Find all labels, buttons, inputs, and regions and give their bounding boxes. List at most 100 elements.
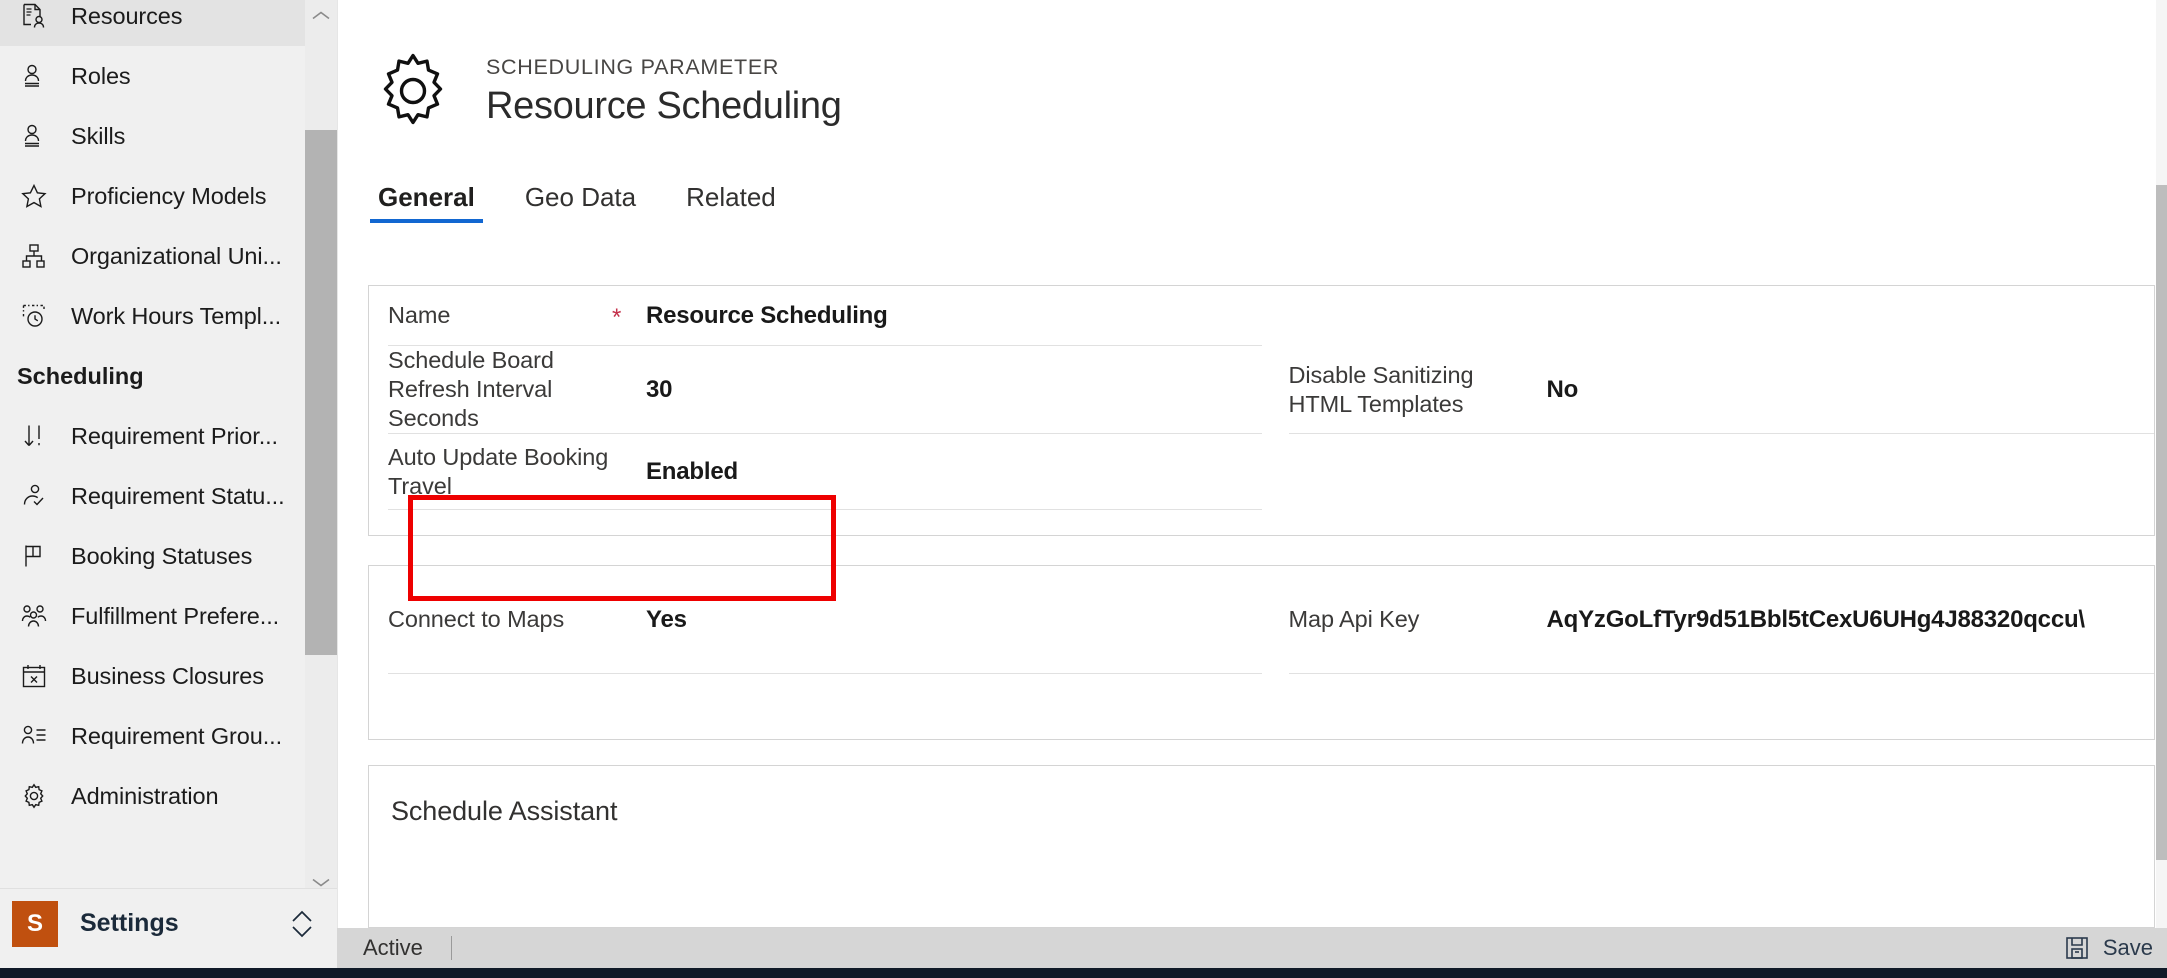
sidebar-item-administration[interactable]: Administration	[0, 766, 305, 826]
field-row-empty-right-bottom	[1289, 510, 2155, 570]
field-row-map-api-key[interactable]: Map Api Key AqYzGoLfTyr9d51Bbl5tCexU6UHg…	[1288, 566, 2154, 674]
field-row-empty-left-2	[388, 674, 1262, 738]
save-floppy-icon	[2063, 934, 2091, 962]
field-row-name[interactable]: Name * Resource Scheduling	[388, 286, 1262, 346]
field-row-empty-right-top	[1289, 286, 2155, 346]
sort-priority-icon	[17, 419, 51, 453]
os-taskbar-strip	[0, 968, 2167, 978]
sidebar-item-requirement-priorities[interactable]: Requirement Prior...	[0, 406, 305, 466]
sidebar-item-label: Fulfillment Prefere...	[71, 602, 280, 629]
sidebar-item-fulfillment-preferences[interactable]: Fulfillment Prefere...	[0, 586, 305, 646]
field-row-schedule-board-refresh-interval[interactable]: Schedule Board Refresh Interval Seconds 30	[388, 346, 1262, 434]
sidebar-item-organizational-units[interactable]: Organizational Uni...	[0, 226, 305, 286]
section-title-schedule-assistant: Schedule Assistant	[391, 796, 618, 826]
card1-right-column: Disable Sanitizing HTML Templates No	[1262, 286, 2155, 570]
field-label-name: Name	[388, 302, 451, 328]
sidebar-item-label: Requirement Prior...	[71, 422, 278, 449]
sidebar-item-business-closures[interactable]: Business Closures	[0, 646, 305, 706]
org-hierarchy-icon	[17, 239, 51, 273]
sidebar-item-work-hours-templates[interactable]: Work Hours Templ...	[0, 286, 305, 346]
person-check-icon	[17, 479, 51, 513]
required-indicator-empty	[612, 618, 646, 622]
save-button[interactable]: Save	[2063, 934, 2153, 962]
sitemap-sidebar: Resources Roles Skills Proficiency Model…	[0, 0, 337, 968]
status-badge: Active	[363, 935, 423, 960]
sidebar-item-label: Skills	[71, 122, 126, 149]
field-label-disable-sanitizing-html-templates: Disable Sanitizing HTML Templates	[1288, 361, 1474, 417]
sidebar-item-label: Requirement Statu...	[71, 482, 285, 509]
entity-type-label: SCHEDULING PARAMETER	[486, 54, 780, 79]
sidebar-item-label: Administration	[71, 782, 219, 809]
required-indicator-empty	[612, 388, 646, 392]
sidebar-item-requirement-statuses[interactable]: Requirement Statu...	[0, 466, 305, 526]
form-main-panel: SCHEDULING PARAMETER Resource Scheduling…	[337, 0, 2167, 928]
settings-badge: S	[12, 900, 58, 947]
tab-related[interactable]: Related	[678, 182, 784, 229]
form-header-text: SCHEDULING PARAMETER Resource Scheduling	[486, 55, 842, 128]
field-label-auto-update-booking-travel: Auto Update Booking Travel	[388, 443, 609, 499]
sidebar-nav-list: Resources Roles Skills Proficiency Model…	[0, 0, 305, 826]
sidebar-item-label: Business Closures	[71, 662, 264, 689]
sidebar-item-skills[interactable]: Skills	[0, 106, 305, 166]
save-label: Save	[2102, 935, 2153, 960]
form-status-bar: Active Save	[337, 928, 2167, 968]
person-role-icon	[17, 59, 51, 93]
resource-document-person-icon	[17, 0, 51, 33]
field-value-disable-sanitizing-html-templates[interactable]: No	[1547, 376, 2131, 404]
status-divider	[450, 936, 452, 960]
field-label-connect-to-maps: Connect to Maps	[388, 606, 565, 632]
chevron-up-down-icon[interactable]	[289, 907, 315, 941]
maps-card: Connect to Maps Yes Map Api Key AqYzGoLf…	[368, 565, 2155, 740]
required-indicator: *	[612, 303, 622, 331]
sidebar-item-roles[interactable]: Roles	[0, 46, 305, 106]
field-value-auto-update-booking-travel[interactable]: Enabled	[646, 458, 1238, 486]
form-tab-list: General Geo Data Related	[338, 182, 2148, 254]
required-indicator-empty	[612, 470, 646, 474]
field-value-connect-to-maps[interactable]: Yes	[646, 606, 1238, 634]
general-settings-card: Name * Resource Scheduling Schedule Boar…	[368, 285, 2155, 536]
sidebar-item-label: Resources	[71, 2, 183, 29]
schedule-assistant-card: Schedule Assistant	[368, 765, 2155, 928]
settings-label: Settings	[80, 909, 179, 937]
field-label-map-api-key: Map Api Key	[1288, 606, 1420, 632]
tab-geo-data[interactable]: Geo Data	[517, 182, 644, 229]
field-row-auto-update-booking-travel[interactable]: Auto Update Booking Travel Enabled	[388, 434, 1262, 510]
main-scrollbar[interactable]	[2156, 0, 2167, 928]
tab-general[interactable]: General	[370, 182, 483, 229]
sidebar-item-proficiency-models[interactable]: Proficiency Models	[0, 166, 305, 226]
chevron-up-icon[interactable]	[305, 0, 337, 32]
sidebar-item-requirement-groups[interactable]: Requirement Grou...	[0, 706, 305, 766]
sidebar-item-label: Organizational Uni...	[71, 242, 282, 269]
flag-icon	[17, 539, 51, 573]
gear-icon	[370, 48, 456, 134]
required-indicator-empty	[1513, 618, 1547, 622]
sidebar-item-label: Roles	[71, 62, 131, 89]
sidebar-scroll-area: Resources Roles Skills Proficiency Model…	[0, 0, 337, 898]
settings-area-switcher[interactable]: S Settings	[0, 888, 337, 958]
star-icon	[17, 179, 51, 213]
main-scrollbar-thumb[interactable]	[2156, 185, 2167, 860]
field-row-empty-left	[388, 510, 1262, 570]
form-header: SCHEDULING PARAMETER Resource Scheduling	[338, 0, 2148, 182]
field-row-disable-sanitizing-html-templates[interactable]: Disable Sanitizing HTML Templates No	[1288, 346, 2154, 434]
sidebar-group-scheduling: Scheduling	[17, 362, 144, 389]
sidebar-item-booking-statuses[interactable]: Booking Statuses	[0, 526, 305, 586]
field-row-empty-right-2	[1289, 674, 2155, 738]
card2-left-column: Connect to Maps Yes	[369, 566, 1262, 738]
person-skill-icon	[17, 119, 51, 153]
field-value-map-api-key[interactable]: AqYzGoLfTyr9d51Bbl5tCexU6UHg4J88320qccu\	[1547, 606, 2131, 634]
field-value-name[interactable]: Resource Scheduling	[646, 302, 1238, 330]
field-row-connect-to-maps[interactable]: Connect to Maps Yes	[388, 566, 1262, 674]
field-value-schedule-board-refresh-interval[interactable]: 30	[646, 376, 1238, 404]
sidebar-scrollbar-thumb[interactable]	[305, 130, 337, 655]
sidebar-item-label: Proficiency Models	[71, 182, 267, 209]
work-hours-clock-icon	[17, 299, 51, 333]
sidebar-item-resources[interactable]: Resources	[0, 0, 305, 46]
required-indicator-empty	[1513, 388, 1547, 392]
field-label-schedule-board-refresh-interval: Schedule Board Refresh Interval Seconds	[388, 347, 554, 431]
sidebar-item-label: Booking Statuses	[71, 542, 253, 569]
sidebar-item-label: Work Hours Templ...	[71, 302, 282, 329]
card2-right-column: Map Api Key AqYzGoLfTyr9d51Bbl5tCexU6UHg…	[1262, 566, 2155, 738]
person-list-icon	[17, 719, 51, 753]
sidebar-scrollbar[interactable]	[305, 0, 337, 898]
